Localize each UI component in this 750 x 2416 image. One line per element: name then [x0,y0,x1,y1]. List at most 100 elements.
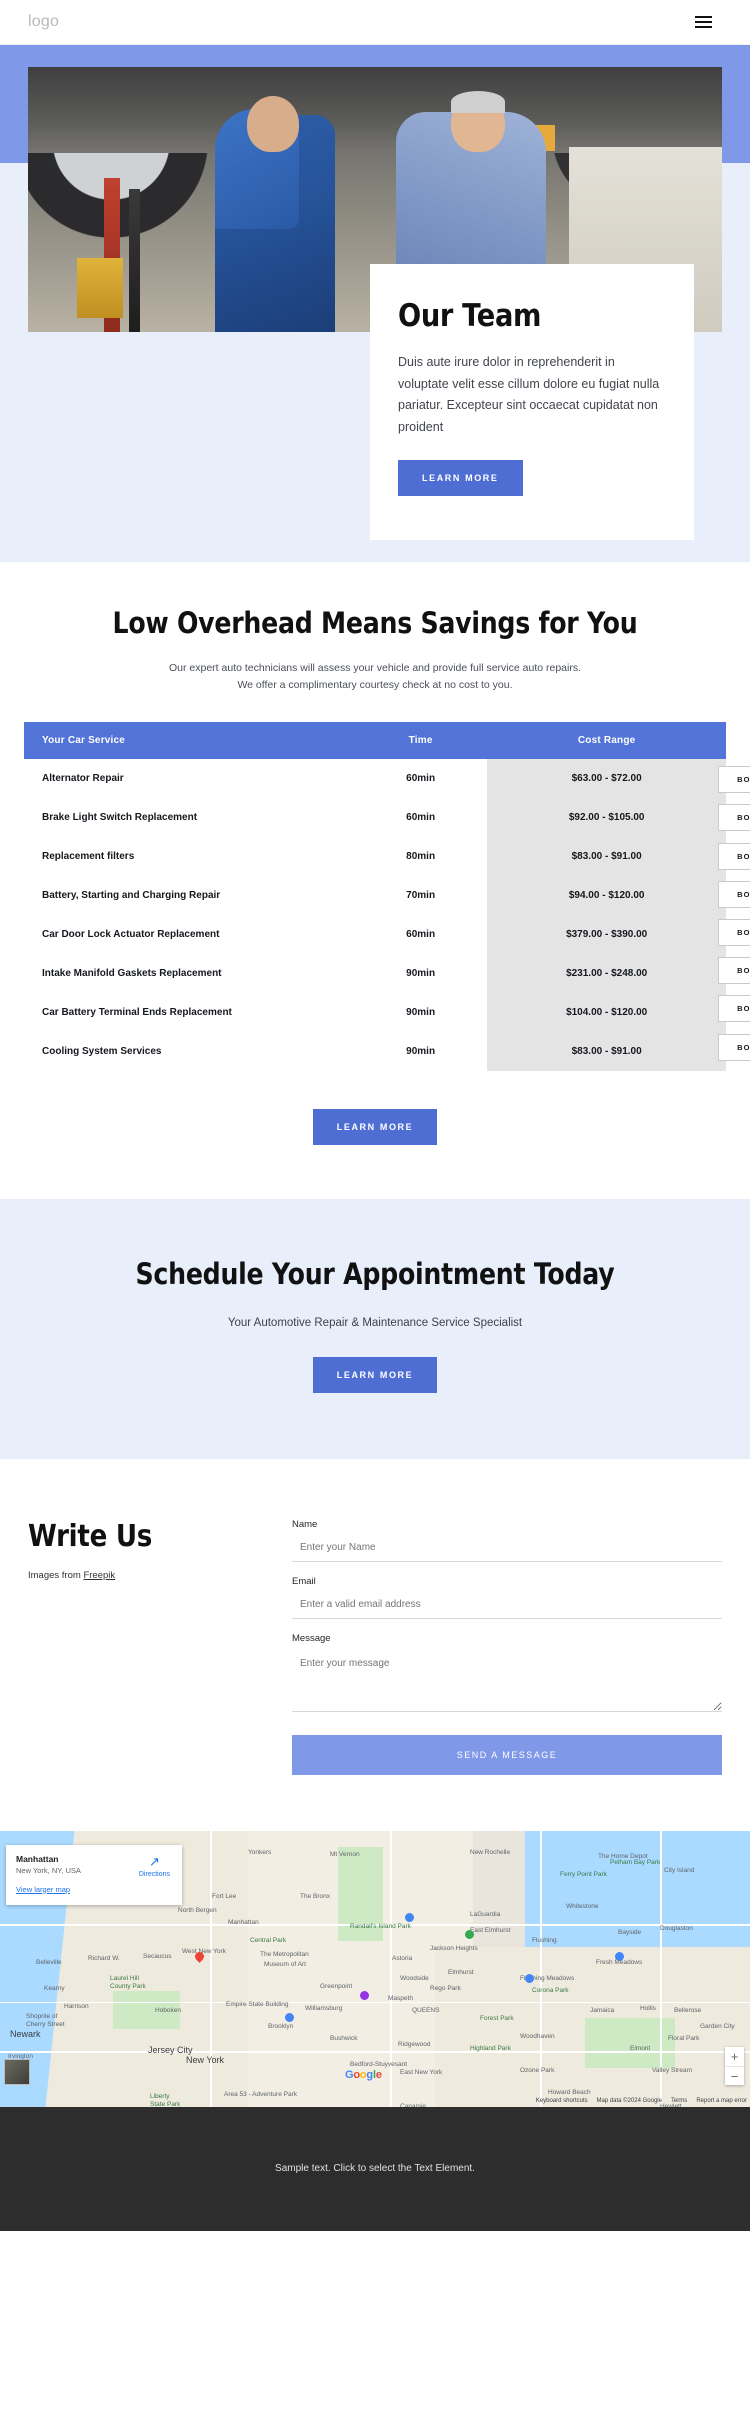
map-label: Richard W. [88,1954,120,1962]
book-now-button[interactable]: BOOK NOW [718,1033,750,1061]
map-label: County Park [110,1982,146,1990]
zoom-in-button[interactable]: + [725,2047,744,2066]
map-label: Fort Lee [212,1892,237,1900]
email-input[interactable] [292,1592,722,1619]
image-credit-prefix: Images from [28,1569,84,1581]
column-header-time: Time [353,721,488,759]
book-row: BOOK NOW [718,990,750,1028]
map-attribution: Keyboard shortcuts Map data ©2024 Google… [536,2098,747,2104]
map-label: Ozone Park [520,2066,555,2074]
map-label: Brooklyn [268,2022,294,2030]
cell-service: Battery, Starting and Charging Repair [24,875,354,915]
map-label: Jackson Heights [430,1944,478,1952]
cell-service: Replacement filters [24,836,354,876]
book-now-button[interactable]: BOOK NOW [718,880,750,908]
google-logo: Google [345,2068,382,2081]
cell-cost: $92.00 - $105.00 [487,797,726,837]
map-label: Hollis [640,2004,656,2012]
map-label: Greenpoint [320,1982,353,1990]
our-team-learn-more-button[interactable]: LEARN MORE [398,460,523,496]
directions-arrow-icon: ↗ [148,1853,160,1869]
book-row: BOOK NOW [718,837,750,875]
freepik-link[interactable]: Freepik [83,1570,115,1581]
map-label: Pelham Bay Park [610,1858,661,1866]
field-message: Message [292,1633,722,1717]
schedule-title: Schedule Your Appointment Today [135,1256,615,1291]
cell-time: 70min [353,875,488,915]
map-label: Bayside [618,1928,642,1936]
our-team-body: Duis aute irure dolor in reprehenderit i… [398,355,660,434]
map-label: Newark [10,2028,41,2039]
book-now-button[interactable]: BOOK NOW [718,957,750,985]
map-label: Woodside [400,1974,429,1982]
book-now-button[interactable]: BOOK NOW [718,842,750,870]
schedule-section: Schedule Your Appointment Today Your Aut… [0,1198,750,1459]
map-info-card: Manhattan New York, NY, USA View larger … [6,1844,182,1905]
map-label: Secaucus [143,1952,172,1960]
name-input[interactable] [292,1535,722,1562]
message-input[interactable] [292,1649,722,1712]
map-street-view-thumbnail[interactable] [4,2058,30,2085]
map-label: Randall's Island Park [350,1922,411,1930]
logo[interactable]: logo [28,13,59,31]
map-label: Maspeth [388,1994,413,2002]
map-section[interactable]: RutherfordBellevilleRichard W.SecaucusWe… [0,1830,750,2107]
cell-cost: $104.00 - $120.00 [487,992,726,1032]
map-label: Museum of Art [264,1960,306,1968]
book-now-button[interactable]: BOOK NOW [718,995,750,1023]
map-label: Laurel Hill [110,1974,139,1982]
table-row: Replacement filters 80min $83.00 - $91.00 [24,836,726,876]
map-label: Corona Park [532,1986,569,1994]
contact-section: Write Us Images from Freepik Name Email … [0,1458,750,1831]
map-label: Bedford-Stuyvesant [350,2060,408,2068]
schedule-subtitle: Your Automotive Repair & Maintenance Ser… [227,1316,523,1329]
contact-form: Name Email Message SEND A MESSAGE [292,1515,722,1775]
directions-button[interactable]: ↗ Directions [139,1855,170,1878]
map-label: Jersey City [148,2044,193,2055]
map-label: Area 53 - Adventure Park [224,2090,297,2098]
map-label: Ferry Point Park [560,1870,607,1878]
keyboard-shortcuts-link[interactable]: Keyboard shortcuts [536,2098,588,2104]
zoom-out-button[interactable]: − [725,2065,744,2085]
hamburger-menu-icon[interactable] [695,13,712,31]
map-label: Cherry Street [26,2020,65,2028]
report-error-link[interactable]: Report a map error [696,2098,747,2104]
map-label: Williamsburg [305,2004,343,2012]
map-label: Astoria [392,1954,413,1962]
schedule-learn-more-button[interactable]: LEARN MORE [312,1356,438,1393]
image-credit: Images from Freepik [28,1570,268,1581]
map-label: Empire State Building [226,2000,289,2008]
pricing-title: Low Overhead Means Savings for You [112,606,638,640]
pricing-learn-more-button[interactable]: LEARN MORE [312,1108,438,1145]
book-now-button[interactable]: BOOK NOW [718,918,750,946]
book-row: BOOK NOW [718,1028,750,1066]
cell-service: Intake Manifold Gaskets Replacement [24,953,354,993]
map-label: Belleville [36,1958,62,1966]
table-row: Car Battery Terminal Ends Replacement 90m… [24,992,726,1032]
site-footer: Sample text. Click to select the Text El… [0,2106,750,2231]
map-label: Elmhurst [448,1968,474,1976]
hero-section: Our Team Duis aute irure dolor in repreh… [0,45,750,562]
map-label: Floral Park [668,2034,700,2042]
cell-cost: $231.00 - $248.00 [487,953,726,993]
map-zoom-controls[interactable]: + − [725,2046,744,2085]
table-row: Brake Light Switch Replacement 60min $92.0… [24,797,726,837]
table-row: Alternator Repair 60min $63.00 - $72.00 [24,758,726,798]
map-label: Forest Park [480,2014,514,2022]
column-header-service: Your Car Service [24,721,354,759]
book-row: BOOK NOW [718,952,750,990]
column-header-cost: Cost Range [487,721,726,759]
map-label: New Rochelle [470,1848,511,1856]
cell-service: Brake Light Switch Replacement [24,797,354,837]
map-label: Woodhaven [520,2032,555,2040]
cell-time: 60min [353,914,488,954]
map-label: Yonkers [248,1848,272,1856]
cell-cost: $83.00 - $91.00 [487,836,726,876]
view-larger-map-link[interactable]: View larger map [16,1885,70,1894]
send-message-button[interactable]: SEND A MESSAGE [292,1734,722,1775]
book-now-button[interactable]: BOOK NOW [718,766,750,794]
book-now-button[interactable]: BOOK NOW [718,804,750,832]
terms-link[interactable]: Terms [671,2098,687,2104]
cell-service: Car Door Lock Actuator Replacement [24,914,354,954]
map-label: Shoprite of [26,2012,58,2020]
